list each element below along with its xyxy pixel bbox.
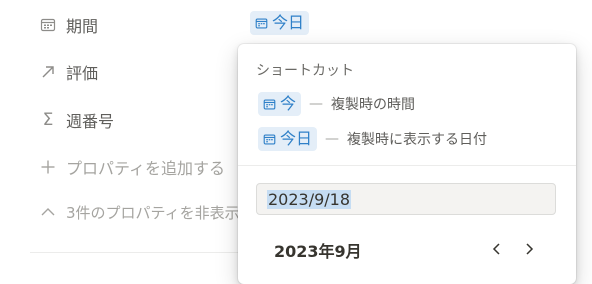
property-row-rating[interactable]: 評価	[38, 59, 98, 85]
add-property-button[interactable]: プロパティを追加する	[38, 154, 225, 180]
hide-properties-button[interactable]: 3件のプロパティを非表示	[38, 199, 240, 225]
property-label-period: 期間	[66, 17, 99, 36]
calendar-chip-icon	[263, 133, 276, 145]
shortcut-dash: —	[309, 96, 324, 112]
shortcut-now-desc: 複製時の時間	[331, 97, 416, 113]
property-label-week-number: 週番号	[66, 112, 115, 131]
date-picker-popover: ショートカット 今 — 複製時の時間 今日 — 複製時に表示する日付 2023/…	[238, 44, 576, 284]
prev-month-button[interactable]	[486, 238, 508, 260]
chevron-right-icon	[526, 243, 534, 255]
period-chip[interactable]: 今日	[250, 11, 310, 35]
arrow-up-right-icon	[38, 62, 58, 82]
shortcut-today[interactable]: 今日 — 複製時に表示する日付	[258, 127, 487, 151]
property-label-rating: 評価	[66, 64, 99, 83]
next-month-button[interactable]	[518, 238, 540, 260]
shortcuts-title: ショートカット	[256, 63, 354, 79]
popover-divider	[238, 165, 576, 166]
period-value[interactable]: 今日	[250, 11, 310, 35]
calendar-chip-icon	[255, 17, 268, 29]
calendar-icon	[38, 15, 58, 35]
shortcut-now-label: 今	[280, 94, 297, 113]
shortcut-now-chip[interactable]: 今	[258, 92, 302, 116]
calendar-chip-icon	[263, 98, 276, 110]
chevron-left-icon	[492, 243, 500, 255]
calendar-month-label: 2023年9月	[274, 242, 362, 261]
shortcut-now[interactable]: 今 — 複製時の時間	[258, 92, 415, 116]
sigma-icon: Σ	[42, 110, 54, 130]
chevron-up-icon	[38, 202, 58, 222]
hide-properties-label: 3件のプロパティを非表示	[66, 203, 240, 222]
property-row-period[interactable]: 期間	[38, 12, 98, 38]
shortcut-today-desc: 複製時に表示する日付	[347, 132, 488, 148]
date-input-value: 2023/9/18	[267, 189, 352, 209]
shortcut-today-label: 今日	[280, 129, 313, 148]
shortcut-today-chip[interactable]: 今日	[258, 127, 318, 151]
period-chip-label: 今日	[272, 13, 305, 32]
property-row-week-number[interactable]: Σ 週番号	[38, 107, 114, 133]
plus-icon	[38, 157, 58, 177]
shortcut-dash: —	[325, 131, 340, 147]
properties-divider	[30, 252, 270, 253]
date-input[interactable]: 2023/9/18	[256, 183, 556, 215]
add-property-label: プロパティを追加する	[66, 159, 226, 178]
